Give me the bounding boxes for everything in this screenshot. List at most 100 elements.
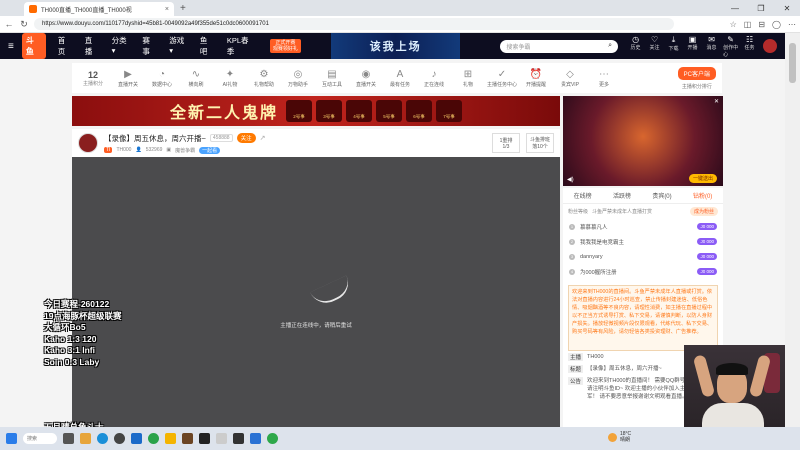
file-explorer-icon[interactable] <box>80 433 91 444</box>
back-icon[interactable]: ← <box>4 19 14 29</box>
anchor-level[interactable]: 12 主播积分 <box>78 70 108 87</box>
toolbar-mic[interactable]: ♪ 正在连线 <box>418 68 450 88</box>
app-icon-4[interactable] <box>216 433 227 444</box>
pc-client-button[interactable]: PC客户端 <box>677 66 716 80</box>
watch-together-tag[interactable]: 一起看 <box>199 146 221 154</box>
obs-icon[interactable] <box>114 433 125 444</box>
user-avatar[interactable] <box>763 39 778 53</box>
toolbar-live-open[interactable]: ▶ 直播开关 <box>112 68 144 88</box>
app-icon-7[interactable] <box>267 433 278 444</box>
douyu-logo[interactable]: 斗鱼 <box>21 33 46 59</box>
rank-box-1[interactable]: 1重排 1/3 <box>492 133 520 153</box>
creator-center-icon[interactable]: ✎ 创作中心 <box>723 35 738 58</box>
tab-diamond[interactable]: 钻粉(0) <box>693 191 712 200</box>
toolbar-diamond[interactable]: ◇ 贵宾VIP <box>554 68 586 88</box>
favorite-star-icon[interactable]: ☆ <box>730 20 737 29</box>
nav-home[interactable]: 首页 <box>58 35 73 57</box>
wechat-icon[interactable] <box>148 433 159 444</box>
promo-day[interactable]: 4号事 <box>346 100 372 122</box>
site-search-input[interactable]: 搜索争霸 ⌕ <box>500 39 619 53</box>
task-icon[interactable]: ☷ 任务 <box>742 35 757 58</box>
promo-day[interactable]: 6号事 <box>406 100 432 122</box>
pc-client-sub[interactable]: 主播积分排行 <box>682 83 712 90</box>
toolbar-gift-help[interactable]: ⚙ 礼物帮助 <box>248 68 280 88</box>
app-icon-3[interactable] <box>199 433 210 444</box>
open-live-icon[interactable]: ▣ 开播 <box>685 35 700 58</box>
new-tab-button[interactable]: + <box>174 3 192 16</box>
download-icon[interactable]: ⤓ 下载 <box>666 35 681 58</box>
tab-active[interactable]: 活跃榜 <box>613 191 631 200</box>
mute-icon[interactable]: ◀) <box>567 176 574 183</box>
video-player[interactable]: 主播正在连线中，请稍后重试 <box>72 157 560 427</box>
browser-menu-icon[interactable]: ⋯ <box>788 20 796 29</box>
nav-kpl[interactable]: KPL春季 <box>227 35 256 57</box>
edge-icon[interactable] <box>97 433 108 444</box>
tab-vip[interactable]: 贵宾(0) <box>652 191 671 200</box>
gift-promo-panel[interactable]: ✕ ◀) 一键送出 <box>563 96 723 186</box>
page-scrollbar[interactable] <box>785 33 800 427</box>
toolbar-interact[interactable]: ▤ 互动工具 <box>316 68 348 88</box>
nav-live[interactable]: 直播 <box>85 35 100 57</box>
toolbar-wave[interactable]: ∿ 横向刷 <box>180 68 212 88</box>
gift-promo-close-icon[interactable]: ✕ <box>714 98 719 105</box>
toolbar-more[interactable]: ⋯ 更多 <box>588 68 620 88</box>
nav-games[interactable]: 游戏▾ <box>169 35 188 57</box>
task-view-icon[interactable] <box>63 433 74 444</box>
toolbar-task-center[interactable]: ✓ 主播任务中心 <box>486 68 518 88</box>
promo-day[interactable]: 5号事 <box>376 100 402 122</box>
share-icon[interactable]: ↗ <box>260 134 266 142</box>
promo-day[interactable]: 3号事 <box>316 100 342 122</box>
app-icon-5[interactable] <box>233 433 244 444</box>
nav-events[interactable]: 赛事 <box>142 35 157 57</box>
profile-icon[interactable]: ◯ <box>772 20 781 29</box>
kpl-badge[interactable]: 正式开赛 观赛领好礼 <box>269 39 301 53</box>
toolbar-data-center[interactable]: ◔ 数据中心 <box>146 68 178 88</box>
browser-tab[interactable]: TH000直播_TH000直播_TH000视 × <box>24 2 174 16</box>
close-window-button[interactable]: ✕ <box>774 4 800 13</box>
maximize-button[interactable]: ❐ <box>748 4 774 13</box>
toolbar-ai-clip[interactable]: ✦ AI礼物 <box>214 68 246 88</box>
toolbar-live-record[interactable]: ◉ 直播开关 <box>350 68 382 88</box>
weather-widget[interactable]: 18°C 晴朗 <box>608 431 631 443</box>
toolbar-assistant[interactable]: ◎ 万物助手 <box>282 68 314 88</box>
history-icon[interactable]: ◷ 历史 <box>628 35 643 58</box>
collections-icon[interactable]: ⊟ <box>758 20 765 29</box>
toolbar-gift[interactable]: ⊞ 礼物 <box>452 68 484 88</box>
minimize-button[interactable]: — <box>722 4 748 13</box>
nav-category[interactable]: 分类▾ <box>112 35 131 57</box>
fan-list-item[interactable]: 3 dannyary J0 000 <box>563 249 723 264</box>
split-screen-icon[interactable]: ◫ <box>744 20 752 29</box>
promo-day[interactable]: 2号事 <box>286 100 312 122</box>
promo-banner[interactable]: 全新二人鬼牌 2号事 3号事 4号事 5号事 6号事 7号事 <box>72 96 560 126</box>
app-icon-6[interactable] <box>250 433 261 444</box>
menu-icon[interactable]: ≡ <box>8 41 14 52</box>
toolbar-ab[interactable]: A 最有任务 <box>384 68 416 88</box>
one-click-send-button[interactable]: 一键送出 <box>688 174 717 183</box>
taskbar-search[interactable]: 搜索 <box>23 433 57 444</box>
follow-button[interactable]: 关注 <box>236 133 256 143</box>
message-icon[interactable]: ✉ 消息 <box>704 35 719 58</box>
become-fan-button[interactable]: 成为粉丝 <box>689 207 718 216</box>
streamer-name[interactable]: TH000 <box>116 147 131 153</box>
app-icon-1[interactable] <box>165 433 176 444</box>
search-icon[interactable]: ⌕ <box>608 42 612 50</box>
url-field[interactable]: https://www.douyu.com/110177dyshid=45b81… <box>34 18 674 30</box>
tab-close-icon[interactable]: × <box>165 6 169 13</box>
toolbar-alarm[interactable]: ⏰ 开播提醒 <box>520 68 552 88</box>
store-icon[interactable] <box>131 433 142 444</box>
category-link[interactable]: 魔兽争霸 <box>175 147 195 154</box>
streamer-avatar[interactable] <box>78 133 98 153</box>
start-icon[interactable] <box>6 433 17 444</box>
promo-day[interactable]: 7号事 <box>436 100 462 122</box>
nav-yuba[interactable]: 鱼吧 <box>200 35 215 57</box>
scrollbar-thumb[interactable] <box>789 43 796 83</box>
app-icon-2[interactable] <box>182 433 193 444</box>
fan-list-item[interactable]: 4 为000握所注册 J0 000 <box>563 264 723 279</box>
follow-icon[interactable]: ♡ 关注 <box>647 35 662 58</box>
header-banner[interactable]: 该我上场 <box>330 33 461 59</box>
rank-box-2[interactable]: 斗鱼排班 落10个 <box>526 133 554 153</box>
tab-online[interactable]: 在线榜 <box>574 191 592 200</box>
fan-list-item[interactable]: 2 我我我是电竞霸主 J0 000 <box>563 234 723 249</box>
refresh-icon[interactable]: ↻ <box>19 19 29 30</box>
fan-list-item[interactable]: 1 慕慕慕凡人 J0 000 <box>563 219 723 234</box>
